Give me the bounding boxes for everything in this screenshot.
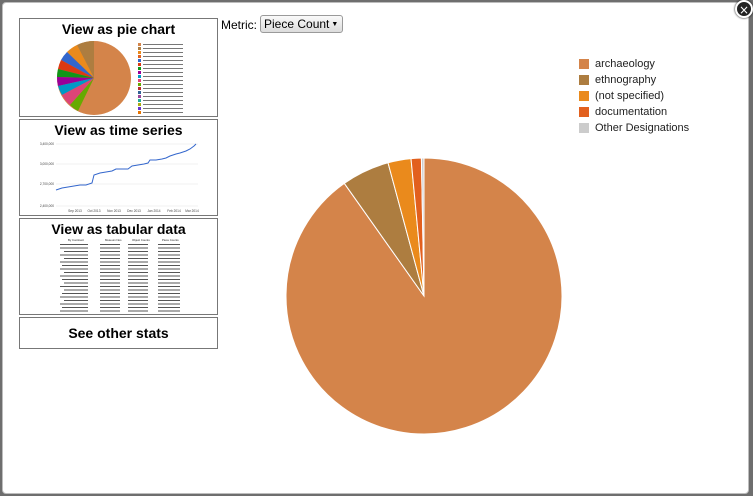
legend-label: Other Designations xyxy=(595,122,690,134)
legend-item[interactable]: ethnography xyxy=(579,74,689,90)
legend-label: archaeology xyxy=(595,58,655,70)
legend-swatch xyxy=(579,107,589,117)
stats-modal: View as pie chart View as time series 3,… xyxy=(2,2,749,494)
legend-item[interactable]: documentation xyxy=(579,106,689,122)
legend-swatch xyxy=(579,59,589,69)
legend-swatch xyxy=(579,91,589,101)
legend-label: documentation xyxy=(595,106,668,118)
legend-label: ethnography xyxy=(595,74,657,86)
legend-swatch xyxy=(579,123,589,133)
legend-item[interactable]: archaeology xyxy=(579,58,689,74)
legend-swatch xyxy=(579,75,589,85)
legend-label: (not specified) xyxy=(595,90,665,102)
close-icon[interactable]: × xyxy=(735,0,753,18)
legend-item[interactable]: Other Designations xyxy=(579,122,689,138)
legend-item[interactable]: (not specified) xyxy=(579,90,689,106)
chart-legend: archaeology ethnography (not specified) … xyxy=(579,58,689,138)
